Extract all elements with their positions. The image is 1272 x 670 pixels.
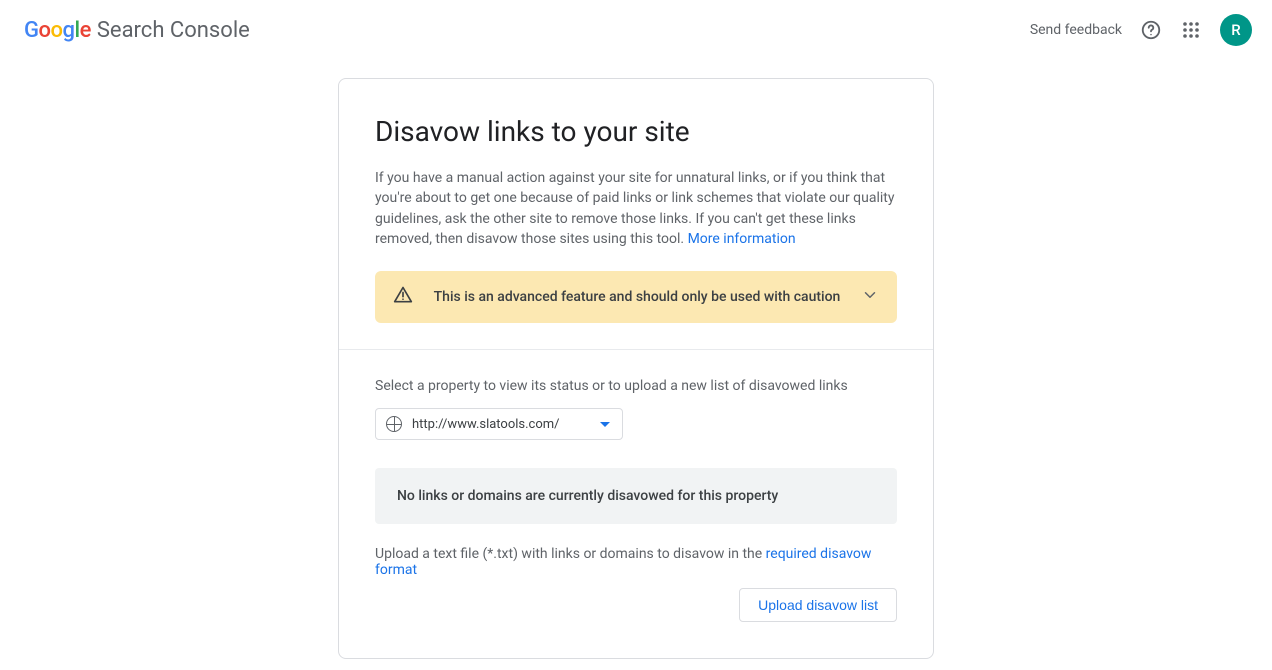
page-title: Disavow links to your site [375, 115, 897, 148]
warning-triangle-icon [393, 285, 413, 309]
disavow-card: Disavow links to your site If you have a… [338, 78, 934, 659]
upload-disavow-list-button[interactable]: Upload disavow list [739, 588, 897, 622]
chevron-down-icon [861, 286, 879, 308]
header-right: Send feedback R [1030, 14, 1252, 46]
page-description: If you have a manual action against your… [375, 168, 897, 249]
property-select-dropdown[interactable]: http://www.slatools.com/ [375, 408, 623, 440]
upload-button-row: Upload disavow list [375, 588, 897, 622]
warning-banner[interactable]: This is an advanced feature and should o… [375, 271, 897, 323]
disavow-status-box: No links or domains are currently disavo… [375, 468, 897, 524]
warning-text: This is an advanced feature and should o… [431, 289, 843, 305]
help-icon[interactable] [1140, 19, 1162, 41]
header: Google Search Console Send feedback R [0, 0, 1272, 56]
select-property-label: Select a property to view its status or … [375, 378, 897, 394]
brand[interactable]: Google Search Console [24, 18, 250, 43]
user-avatar[interactable]: R [1220, 14, 1252, 46]
card-bottom-section: Select a property to view its status or … [339, 350, 933, 658]
description-text: If you have a manual action against your… [375, 170, 894, 247]
status-text: No links or domains are currently disavo… [397, 488, 778, 504]
send-feedback-link[interactable]: Send feedback [1030, 22, 1122, 38]
globe-icon [386, 416, 402, 432]
product-name: Search Console [97, 18, 250, 43]
upload-description: Upload a text file (*.txt) with links or… [375, 546, 897, 578]
apps-grid-icon[interactable] [1180, 19, 1202, 41]
main-content: Disavow links to your site If you have a… [0, 56, 1272, 659]
google-logo: Google [24, 18, 91, 43]
card-top-section: Disavow links to your site If you have a… [339, 79, 933, 350]
more-information-link[interactable]: More information [688, 231, 796, 247]
selected-property-text: http://www.slatools.com/ [412, 417, 560, 432]
upload-desc-text: Upload a text file (*.txt) with links or… [375, 546, 766, 562]
dropdown-arrow-icon [600, 422, 610, 427]
avatar-initial: R [1231, 21, 1240, 39]
